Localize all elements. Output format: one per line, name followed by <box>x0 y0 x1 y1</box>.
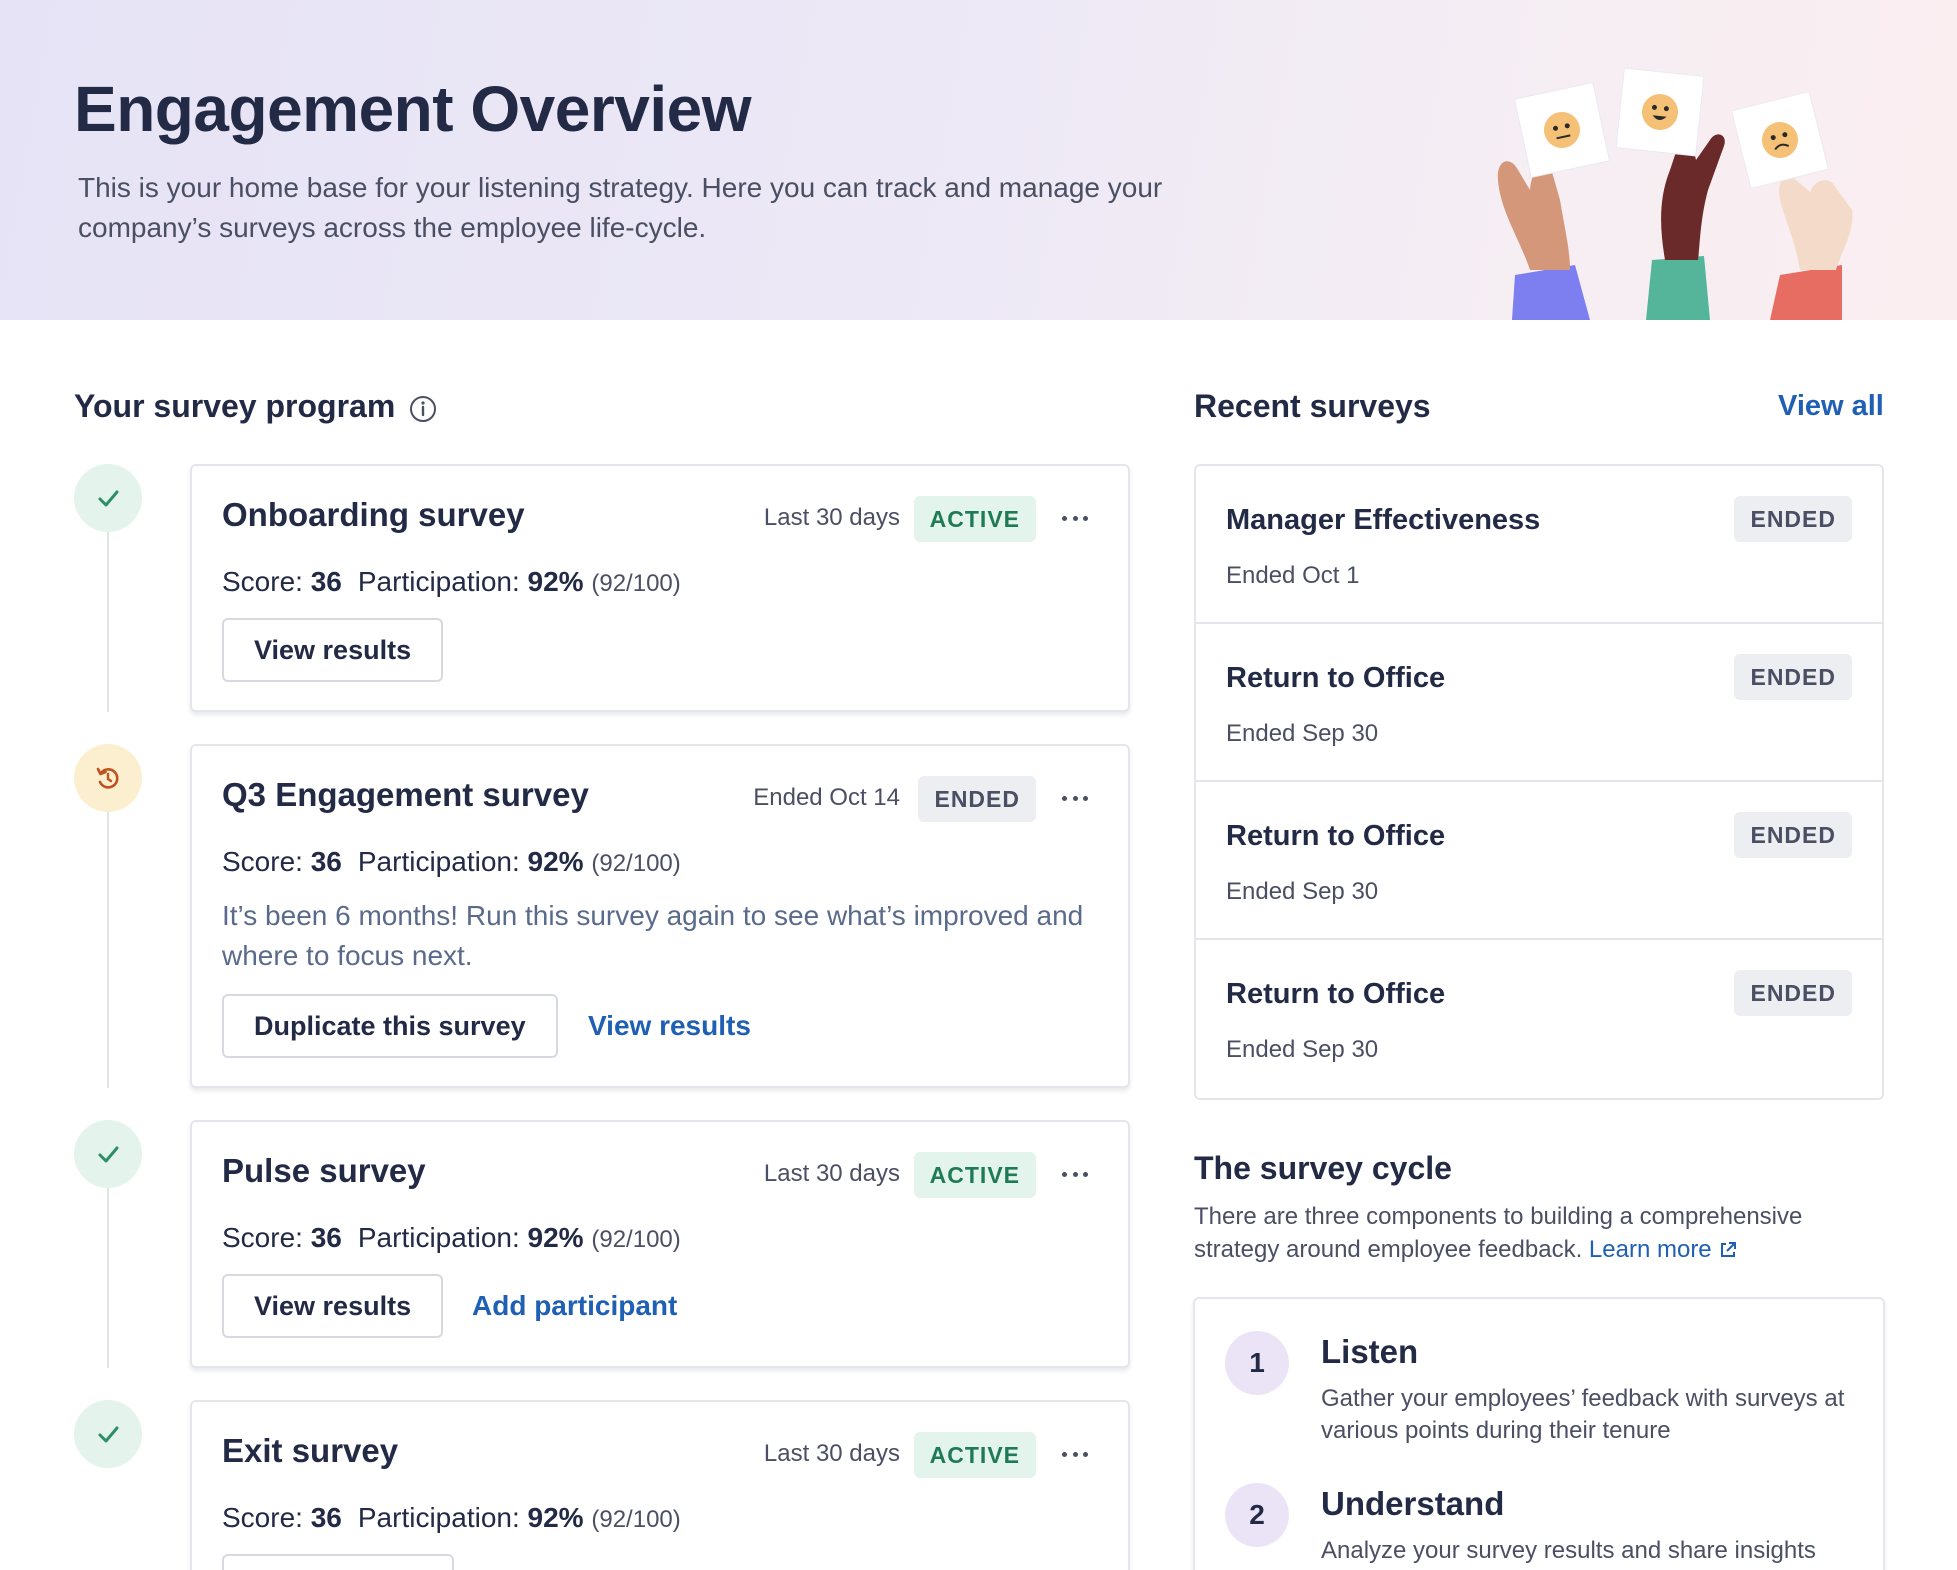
add-participant-link[interactable]: Add participant <box>472 1290 677 1322</box>
score-value: 36 <box>310 1502 342 1533</box>
recent-survey-date: Ended Sep 30 <box>1226 1036 1379 1063</box>
status-badge: ACTIVE <box>913 496 1036 542</box>
recent-survey-date: Ended Oct 1 <box>1226 562 1360 589</box>
score-label: Score: <box>222 1222 303 1253</box>
step-title: Understand <box>1321 1485 1505 1522</box>
survey-title: Exit survey <box>222 1432 399 1469</box>
participation-label: Participation: <box>357 1502 520 1533</box>
score-participation: Score: 36 Participation: 92% (92/100) <box>222 1222 681 1254</box>
participation-value: 92% <box>527 1502 584 1533</box>
learn-more-link[interactable]: Learn more <box>1589 1236 1738 1263</box>
timeline-connector <box>107 1188 109 1368</box>
step-title: Listen <box>1321 1333 1419 1370</box>
participation-value: 92% <box>527 566 584 597</box>
participation-label: Participation: <box>357 1222 520 1253</box>
recent-survey-title: Manager Effectiveness <box>1226 504 1541 536</box>
participation-detail: (92/100) <box>591 1506 681 1533</box>
view-all-link[interactable]: View all <box>1778 390 1884 423</box>
more-options-icon[interactable] <box>1062 508 1088 528</box>
view-results-button[interactable]: View results <box>222 618 444 682</box>
step-description: Analyze your survey results and share in… <box>1321 1537 1816 1564</box>
view-results-button[interactable]: View results <box>222 1274 444 1338</box>
external-link-icon <box>1721 1242 1737 1257</box>
step-number: 2 <box>1225 1483 1289 1547</box>
score-label: Score: <box>222 846 303 877</box>
more-options-icon[interactable] <box>1062 1444 1088 1464</box>
recent-survey-date: Ended Sep 30 <box>1226 878 1379 905</box>
status-badge: ACTIVE <box>913 1152 1036 1198</box>
page-description: This is your home base for your listenin… <box>78 172 1163 243</box>
rerun-step-marker <box>74 744 142 812</box>
score-value: 36 <box>310 566 342 597</box>
recent-survey-title: Return to Office <box>1226 820 1446 852</box>
rerun-suggestion: It’s been 6 months! Run this survey agai… <box>222 900 1084 971</box>
score-label: Score: <box>222 1502 303 1533</box>
participation-value: 92% <box>527 1222 584 1253</box>
info-icon[interactable] <box>408 394 438 424</box>
step-description: Gather your employees’ feedback with sur… <box>1321 1385 1845 1444</box>
survey-period: Ended Oct 14 <box>753 784 900 811</box>
checkmark-icon <box>98 1146 119 1163</box>
survey-card-onboarding: Onboarding survey Last 30 days ACTIVE Sc… <box>190 464 1130 712</box>
survey-card-pulse: Pulse survey Last 30 days ACTIVE Score: … <box>190 1120 1130 1368</box>
recent-surveys-title: Recent surveys <box>1194 388 1431 424</box>
recent-survey-title: Return to Office <box>1226 978 1446 1010</box>
timeline-connector <box>107 812 109 1088</box>
survey-cycle-card: 1 Listen Gather your employees’ feedback… <box>1193 1297 1885 1570</box>
duplicate-survey-button[interactable]: Duplicate this survey <box>222 994 558 1058</box>
survey-title: Q3 Engagement survey <box>222 776 589 813</box>
survey-cycle-description: There are three components to building a… <box>1194 1200 1884 1266</box>
participation-detail: (92/100) <box>591 1226 681 1253</box>
recent-survey-title: Return to Office <box>1226 662 1446 694</box>
participation-label: Participation: <box>357 846 520 877</box>
view-results-link[interactable]: View results <box>588 1010 751 1042</box>
survey-title: Pulse survey <box>222 1152 426 1189</box>
participation-label: Participation: <box>357 566 520 597</box>
participation-value: 92% <box>527 846 584 877</box>
survey-program-title: Your survey program <box>74 388 396 424</box>
hero-banner: Engagement Overview This is your home ba… <box>0 0 1957 320</box>
score-label: Score: <box>222 566 303 597</box>
completed-step-marker <box>74 1120 142 1188</box>
score-participation: Score: 36 Participation: 92% (92/100) <box>222 846 681 878</box>
score-participation: Score: 36 Participation: 92% (92/100) <box>222 566 681 598</box>
survey-card-q3-engagement: Q3 Engagement survey Ended Oct 14 ENDED … <box>190 744 1130 1088</box>
checkmark-icon <box>98 490 119 507</box>
hands-holding-emoji-cards-illustration <box>1497 67 1853 320</box>
list-item[interactable]: Return to Office Ended Sep 30 ENDED <box>1196 940 1882 1098</box>
participation-detail: (92/100) <box>591 570 681 597</box>
participation-detail: (92/100) <box>591 850 681 877</box>
status-badge: ENDED <box>1734 970 1852 1016</box>
score-value: 36 <box>310 1222 342 1253</box>
page-title: Engagement Overview <box>74 73 751 145</box>
status-badge: ENDED <box>918 776 1036 822</box>
timeline-connector <box>107 532 109 712</box>
survey-cycle-title: The survey cycle <box>1194 1150 1452 1186</box>
recent-surveys-list: Manager Effectiveness Ended Oct 1 ENDED … <box>1194 464 1884 1100</box>
refresh-icon <box>96 767 119 789</box>
status-badge: ENDED <box>1734 496 1852 542</box>
score-value: 36 <box>310 846 342 877</box>
status-badge: ENDED <box>1734 812 1852 858</box>
list-item[interactable]: Return to Office Ended Sep 30 ENDED <box>1196 624 1882 782</box>
more-options-icon[interactable] <box>1062 788 1088 808</box>
status-badge: ENDED <box>1734 654 1852 700</box>
recent-survey-date: Ended Sep 30 <box>1226 720 1379 747</box>
completed-step-marker <box>74 1400 142 1468</box>
more-options-icon[interactable] <box>1062 1164 1088 1184</box>
survey-period: Last 30 days <box>763 504 900 531</box>
survey-title: Onboarding survey <box>222 496 525 533</box>
list-item[interactable]: Manager Effectiveness Ended Oct 1 ENDED <box>1196 466 1882 624</box>
list-item[interactable]: Return to Office Ended Sep 30 ENDED <box>1196 782 1882 940</box>
step-number: 1 <box>1225 1331 1289 1395</box>
survey-period: Last 30 days <box>763 1160 900 1187</box>
survey-card-exit: Exit survey Last 30 days ACTIVE Score: 3… <box>190 1400 1130 1570</box>
checkmark-icon <box>98 1426 119 1443</box>
view-results-button[interactable] <box>222 1554 454 1570</box>
status-badge: ACTIVE <box>913 1432 1036 1478</box>
score-participation: Score: 36 Participation: 92% (92/100) <box>222 1502 681 1534</box>
completed-step-marker <box>74 464 142 532</box>
survey-period: Last 30 days <box>763 1440 900 1467</box>
